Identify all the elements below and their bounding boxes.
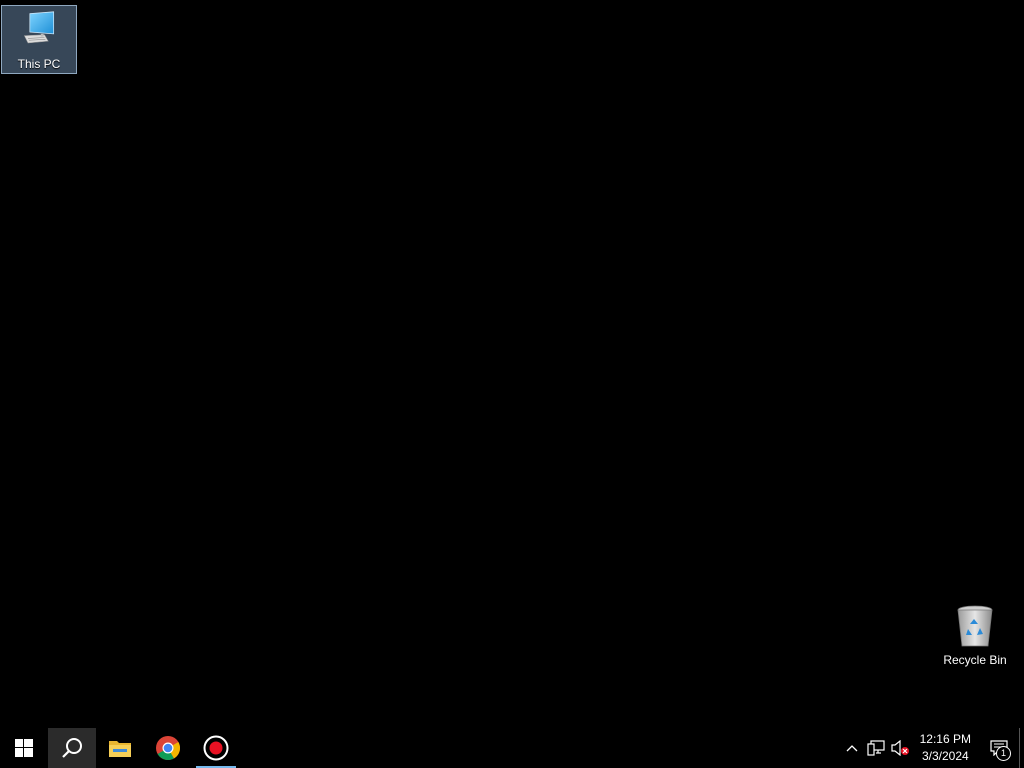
notification-count-badge: 1 <box>996 746 1011 761</box>
volume-muted-icon <box>891 740 909 756</box>
clock-time: 12:16 PM <box>919 732 971 746</box>
show-desktop-button[interactable] <box>1019 728 1024 768</box>
recycle-bin-icon <box>957 605 993 647</box>
chevron-up-icon <box>846 745 858 752</box>
clock-date: 3/3/2024 <box>921 749 969 763</box>
search-button[interactable] <box>48 728 96 768</box>
show-hidden-icons-button[interactable] <box>840 728 864 768</box>
system-tray: 12:16 PM 3/3/2024 1 <box>840 728 1024 768</box>
taskbar-chrome-button[interactable] <box>144 728 192 768</box>
network-button[interactable] <box>864 728 888 768</box>
record-icon <box>203 735 229 761</box>
clock-button[interactable]: 12:16 PM 3/3/2024 <box>912 728 979 768</box>
folder-icon <box>109 741 131 757</box>
this-pc-icon <box>23 11 55 44</box>
chrome-icon <box>156 736 181 761</box>
search-icon <box>62 738 82 758</box>
taskbar-recorder-button[interactable] <box>192 728 240 768</box>
desktop[interactable]: This PC Recycle Bin <box>0 0 1024 728</box>
desktop-icon-label: Recycle Bin <box>943 653 1007 667</box>
desktop-icon-recycle-bin[interactable]: Recycle Bin <box>937 598 1013 670</box>
windows-logo-icon <box>15 739 33 757</box>
desktop-icon-this-pc[interactable]: This PC <box>1 5 77 74</box>
network-icon <box>867 740 885 756</box>
taskbar-file-explorer-button[interactable] <box>96 728 144 768</box>
action-center-button[interactable]: 1 <box>979 728 1019 768</box>
start-button[interactable] <box>0 728 48 768</box>
taskbar: 12:16 PM 3/3/2024 1 <box>0 728 1024 768</box>
desktop-icon-label: This PC <box>17 57 61 71</box>
volume-button[interactable] <box>888 728 912 768</box>
